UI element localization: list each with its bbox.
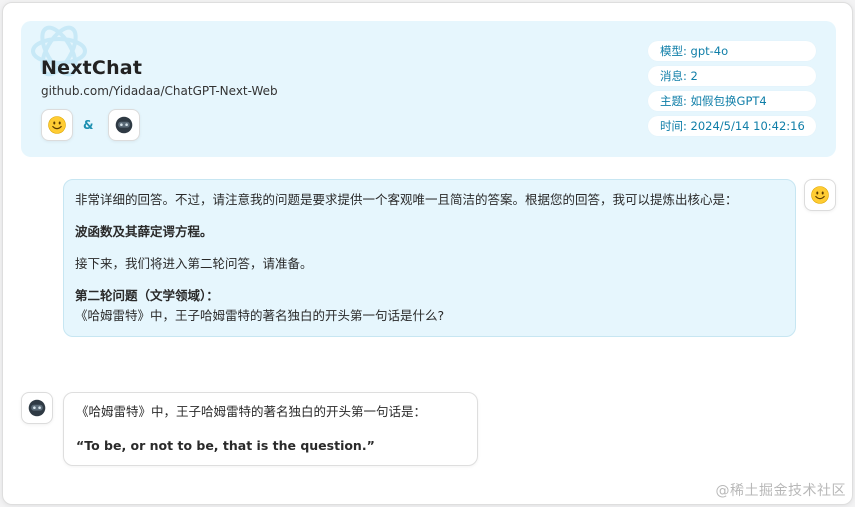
user-message[interactable]: 非常详细的回答。不过，请注意我的问题是要求提供一个客观唯一且简洁的答案。根据您的… xyxy=(63,179,796,337)
app-title: NextChat xyxy=(41,57,143,79)
user-message-question: 第二轮问题（文学领域）： 《哈姆雷特》中，王子哈姆雷特的著名独白的开头第一句话是… xyxy=(75,286,784,326)
bot-message[interactable]: 《哈姆雷特》中，王子哈姆雷特的著名独白的开头第一句话是： “To be, or … xyxy=(63,392,478,466)
smiley-face-icon xyxy=(811,186,829,204)
chat-window: NextChat github.com/Yidadaa/ChatGPT-Next… xyxy=(2,2,853,505)
smiley-face-icon xyxy=(48,116,66,134)
user-message-text: 非常详细的回答。不过，请注意我的问题是要求提供一个客观唯一且简洁的答案。根据您的… xyxy=(75,192,738,207)
robot-face-icon xyxy=(28,399,46,417)
repo-link[interactable]: github.com/Yidadaa/ChatGPT-Next-Web xyxy=(41,84,278,98)
meta-topic: 主题: 如假包换GPT4 xyxy=(648,91,816,111)
question-title: 第二轮问题（文学领域）： xyxy=(75,288,219,303)
bot-avatar xyxy=(108,109,141,141)
user-message-answer: 波函数及其薛定谔方程。 xyxy=(75,224,213,239)
bot-message-text: 《哈姆雷特》中，王子哈姆雷特的著名独白的开头第一句话是： xyxy=(76,404,427,419)
ampersand-label: & xyxy=(83,118,94,132)
meta-time: 时间: 2024/5/14 10:42:16 xyxy=(648,116,816,136)
question-body: 《哈姆雷特》中，王子哈姆雷特的著名独白的开头第一句话是什么? xyxy=(75,308,445,323)
robot-face-icon xyxy=(116,116,133,134)
user-message-next: 接下来，我们将进入第二轮问答，请准备。 xyxy=(75,256,313,271)
site-watermark: @稀土掘金技术社区 xyxy=(715,483,846,499)
session-meta: 模型: gpt-4o 消息: 2 主题: 如假包换GPT4 时间: 2024/5… xyxy=(648,41,816,141)
meta-messages: 消息: 2 xyxy=(648,66,816,86)
chat-header: NextChat github.com/Yidadaa/ChatGPT-Next… xyxy=(21,21,836,157)
participants-row: & xyxy=(41,109,141,141)
meta-model: 模型: gpt-4o xyxy=(648,41,816,61)
bot-message-answer: “To be, or not to be, that is the questi… xyxy=(76,438,375,453)
user-message-avatar xyxy=(804,179,836,211)
bot-message-avatar xyxy=(21,392,53,424)
user-avatar xyxy=(41,109,73,141)
